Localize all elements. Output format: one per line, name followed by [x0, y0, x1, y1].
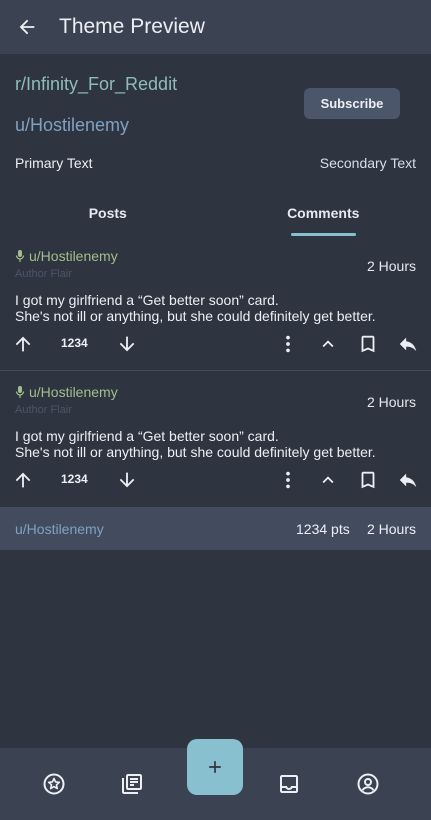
comment-item: u/Hostilenemy Author Flair 2 Hours I got… — [0, 372, 431, 508]
nav-account-button[interactable] — [346, 762, 390, 806]
chevron-up-icon — [317, 469, 339, 491]
save-button[interactable] — [348, 460, 388, 500]
microphone-icon — [15, 250, 25, 262]
add-fab-button[interactable] — [187, 739, 243, 795]
comment-author[interactable]: u/Hostilenemy — [29, 384, 118, 400]
tab-bar: Posts Comments — [0, 190, 431, 236]
author-row: u/Hostilenemy — [15, 248, 118, 264]
nav-multireddits-button[interactable] — [110, 762, 154, 806]
username-link[interactable]: u/Hostilenemy — [15, 115, 129, 136]
nav-subscriptions-button[interactable] — [32, 762, 76, 806]
account-icon — [356, 772, 380, 796]
reply-icon — [397, 333, 419, 355]
reply-button[interactable] — [388, 324, 428, 364]
save-button[interactable] — [348, 324, 388, 364]
arrow-left-icon — [16, 16, 38, 38]
arrow-up-icon — [12, 469, 34, 491]
author-row: u/Hostilenemy — [15, 384, 118, 400]
collapsed-comment-author[interactable]: u/Hostilenemy — [15, 521, 104, 537]
comment-author[interactable]: u/Hostilenemy — [29, 248, 118, 264]
tab-comments[interactable]: Comments — [216, 190, 431, 236]
more-options-button[interactable] — [268, 460, 308, 500]
bookmark-icon — [357, 333, 379, 355]
comment-score: 1234 — [61, 336, 88, 350]
comment-time: 2 Hours — [366, 258, 416, 274]
microphone-icon — [15, 386, 25, 398]
nav-inbox-button[interactable] — [267, 762, 311, 806]
reply-icon — [397, 469, 419, 491]
comment-item: u/Hostilenemy Author Flair 2 Hours I got… — [0, 236, 431, 372]
comment-actions: 1234 — [0, 460, 431, 500]
tab-posts[interactable]: Posts — [0, 190, 216, 236]
arrow-down-icon — [116, 333, 138, 355]
arrow-up-icon — [12, 333, 34, 355]
secondary-text-sample: Secondary Text — [319, 155, 416, 171]
back-button[interactable] — [0, 0, 54, 54]
primary-text-sample: Primary Text — [15, 155, 93, 171]
collapsed-comment[interactable]: u/Hostilenemy 1234 pts 2 Hours — [0, 507, 431, 550]
inbox-icon — [277, 772, 301, 796]
collapsed-comment-points: 1234 pts — [296, 521, 350, 537]
collapse-button[interactable] — [308, 324, 348, 364]
library-icon — [120, 772, 144, 796]
author-flair: Author Flair — [15, 268, 72, 280]
downvote-button[interactable] — [107, 460, 147, 500]
collapsed-comment-time: 2 Hours — [366, 521, 416, 537]
more-options-button[interactable] — [268, 324, 308, 364]
more-vertical-icon — [277, 469, 299, 491]
app-bar: Theme Preview — [0, 0, 431, 54]
comment-actions: 1234 — [0, 324, 431, 364]
more-vertical-icon — [277, 333, 299, 355]
downvote-button[interactable] — [107, 324, 147, 364]
chevron-up-icon — [317, 333, 339, 355]
upvote-button[interactable] — [3, 324, 43, 364]
add-icon — [205, 757, 225, 777]
subreddit-name[interactable]: r/Infinity_For_Reddit — [15, 74, 177, 95]
bookmark-icon — [357, 469, 379, 491]
page-title: Theme Preview — [59, 15, 205, 38]
author-flair: Author Flair — [15, 404, 72, 416]
arrow-down-icon — [116, 469, 138, 491]
collapse-button[interactable] — [308, 460, 348, 500]
comment-body: I got my girlfriend a “Get better soon” … — [15, 428, 376, 460]
comment-time: 2 Hours — [366, 394, 416, 410]
reply-button[interactable] — [388, 460, 428, 500]
star-icon — [42, 772, 66, 796]
upvote-button[interactable] — [3, 460, 43, 500]
comment-divider — [0, 370, 431, 371]
subscribe-button[interactable]: Subscribe — [304, 88, 400, 119]
comment-score: 1234 — [61, 472, 88, 486]
comment-body: I got my girlfriend a “Get better soon” … — [15, 292, 376, 324]
